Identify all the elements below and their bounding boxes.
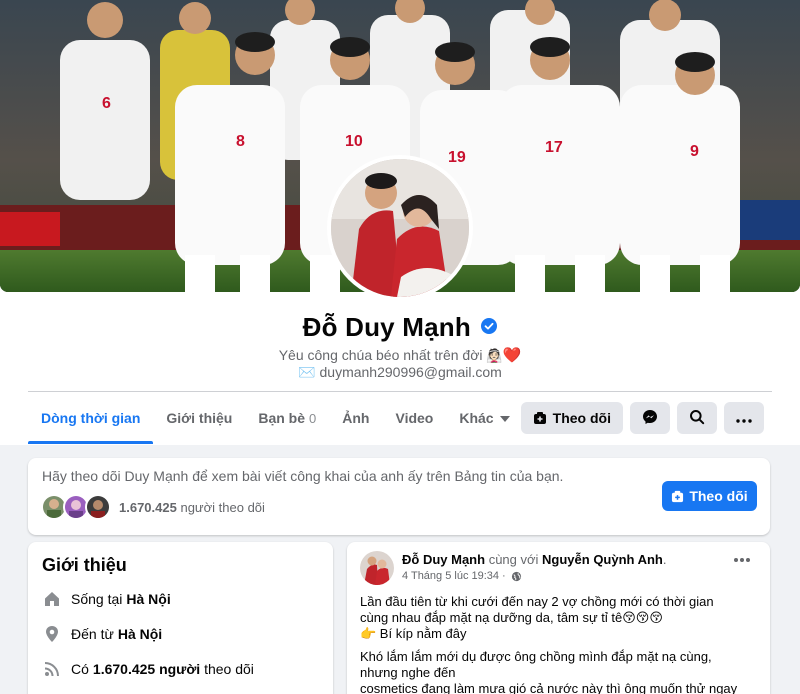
tab-label: Bạn bè (258, 410, 306, 426)
follower-avatar (85, 494, 111, 520)
post-tagged-name[interactable]: Nguyễn Quỳnh Anh (542, 552, 663, 567)
follower-count-number: 1.670.425 (119, 499, 177, 515)
intro-from: Đến từ Hà Nội (42, 624, 162, 644)
post-meta: 4 Tháng 5 lúc 19:34 · (402, 570, 522, 582)
tab-label: Khác (459, 410, 494, 426)
lives-place-link[interactable]: Hà Nội (126, 591, 170, 607)
svg-text:9: 9 (690, 143, 699, 160)
followers-prefix: Có (71, 661, 89, 677)
rss-icon (42, 659, 62, 679)
post-line: 👉 Bí kíp nằm đây (360, 626, 467, 641)
messenger-button[interactable] (630, 402, 670, 434)
profile-avatar[interactable] (327, 155, 473, 301)
tab-videos[interactable]: Video (382, 392, 446, 444)
globe-icon (511, 571, 522, 582)
intro-lives-in: Sống tại Hà Nội (42, 589, 171, 609)
home-icon (42, 589, 62, 609)
heart-emoji: ❤️ (502, 347, 522, 364)
post-tagged-end: . (662, 552, 667, 567)
lives-prefix: Sống tại (71, 591, 123, 607)
from-prefix: Đến từ (71, 626, 114, 642)
follow-label: Theo dõi (552, 410, 611, 426)
more-icon (736, 410, 752, 426)
post-line: cosmetics đang làm mưa gió cả nước này t… (360, 681, 738, 694)
follow-notice-text: Hãy theo dõi Duy Mạnh để xem bài viết cô… (42, 468, 564, 484)
profile-name: Đỗ Duy Mạnh (302, 312, 471, 342)
follow-notice-card: Hãy theo dõi Duy Mạnh để xem bài viết cô… (28, 458, 770, 535)
from-place-link[interactable]: Hà Nội (118, 626, 162, 642)
email-text: duymanh290996@gmail.com (319, 364, 502, 380)
profile-email: ✉️ duymanh290996@gmail.com (0, 364, 800, 381)
profile-bio: Yêu công chúa béo nhất trên đời 👰🏻❤️ (0, 346, 800, 364)
tab-label: Dòng thời gian (41, 410, 141, 426)
follow-label: Theo dõi (689, 488, 748, 504)
verified-badge-icon (481, 317, 498, 334)
post-line: cùng nhau đắp mặt nạ dưỡng da, tâm sự tỉ… (360, 610, 663, 625)
post-card: Đỗ Duy Mạnh cùng với Nguyễn Quỳnh Anh. 4… (347, 542, 770, 694)
intro-card: Giới thiệu Sống tại Hà Nội Đến từ Hà Nội… (28, 542, 333, 694)
intro-followers: Có 1.670.425 người theo dõi (42, 659, 254, 679)
messenger-icon (642, 409, 658, 428)
avatar-photo (331, 159, 469, 297)
search-icon (689, 409, 705, 428)
profile-tabs: Dòng thời gian Giới thiệu Bạn bè 0 Ảnh Vi… (28, 392, 523, 444)
tab-about[interactable]: Giới thiệu (153, 392, 245, 444)
svg-text:10: 10 (345, 133, 363, 150)
tab-label: Giới thiệu (166, 410, 233, 426)
tab-photos[interactable]: Ảnh (329, 392, 382, 444)
profile-header: 6 8 10 19 17 9 Đỗ Duy Mạnh Yêu công chúa … (0, 0, 800, 445)
svg-text:6: 6 (102, 95, 111, 112)
follow-button[interactable]: Theo dõi (520, 402, 623, 434)
post-date[interactable]: 4 Tháng 5 lúc 19:34 (402, 570, 499, 582)
post-body: Lần đầu tiên từ khi cưới đến nay 2 vợ ch… (360, 594, 760, 694)
follow-icon (533, 411, 547, 425)
tab-label: Video (395, 410, 434, 426)
post-line: Khó lắm lắm mới dụ được ông chồng mình đ… (360, 649, 712, 664)
followers-count-link[interactable]: 1.670.425 người (93, 661, 200, 677)
follow-icon (671, 490, 684, 503)
bride-emoji: 👰🏻 (486, 348, 503, 363)
post-line: Lần đầu tiên từ khi cưới đến nay 2 vợ ch… (360, 594, 714, 609)
tab-friends[interactable]: Bạn bè 0 (245, 392, 329, 444)
tab-timeline[interactable]: Dòng thời gian (28, 392, 154, 444)
bio-text: Yêu công chúa béo nhất trên đời (278, 347, 483, 363)
more-options-button[interactable] (724, 402, 764, 434)
profile-actions: Theo dõi (520, 402, 764, 434)
post-author-line: Đỗ Duy Mạnh cùng với Nguyễn Quỳnh Anh. (402, 552, 667, 567)
search-button[interactable] (677, 402, 717, 434)
svg-text:19: 19 (448, 149, 466, 166)
envelope-icon: ✉️ (298, 364, 316, 380)
post-more-icon[interactable] (734, 558, 750, 562)
tab-more[interactable]: Khác (446, 392, 522, 444)
follower-count: 1.670.425 người theo dõi (119, 500, 265, 515)
friends-count: 0 (309, 410, 317, 426)
caret-down-icon (499, 416, 510, 422)
svg-text:17: 17 (545, 139, 563, 156)
location-pin-icon (42, 624, 62, 644)
post-author-avatar[interactable] (360, 551, 394, 585)
post-dot: · (502, 570, 506, 582)
post-with-word: cùng với (488, 552, 539, 567)
profile-name-row: Đỗ Duy Mạnh (0, 312, 800, 343)
post-author-name[interactable]: Đỗ Duy Mạnh (402, 552, 485, 567)
post-line: nhưng nghe đến (360, 665, 456, 680)
svg-text:8: 8 (236, 133, 245, 150)
intro-title: Giới thiệu (42, 555, 127, 575)
tab-label: Ảnh (342, 410, 370, 426)
follower-summary[interactable]: 1.670.425 người theo dõi (41, 494, 265, 520)
follow-button-blue[interactable]: Theo dõi (662, 481, 757, 511)
followers-suffix: theo dõi (204, 661, 254, 677)
follower-count-suffix: người theo dõi (180, 499, 265, 515)
